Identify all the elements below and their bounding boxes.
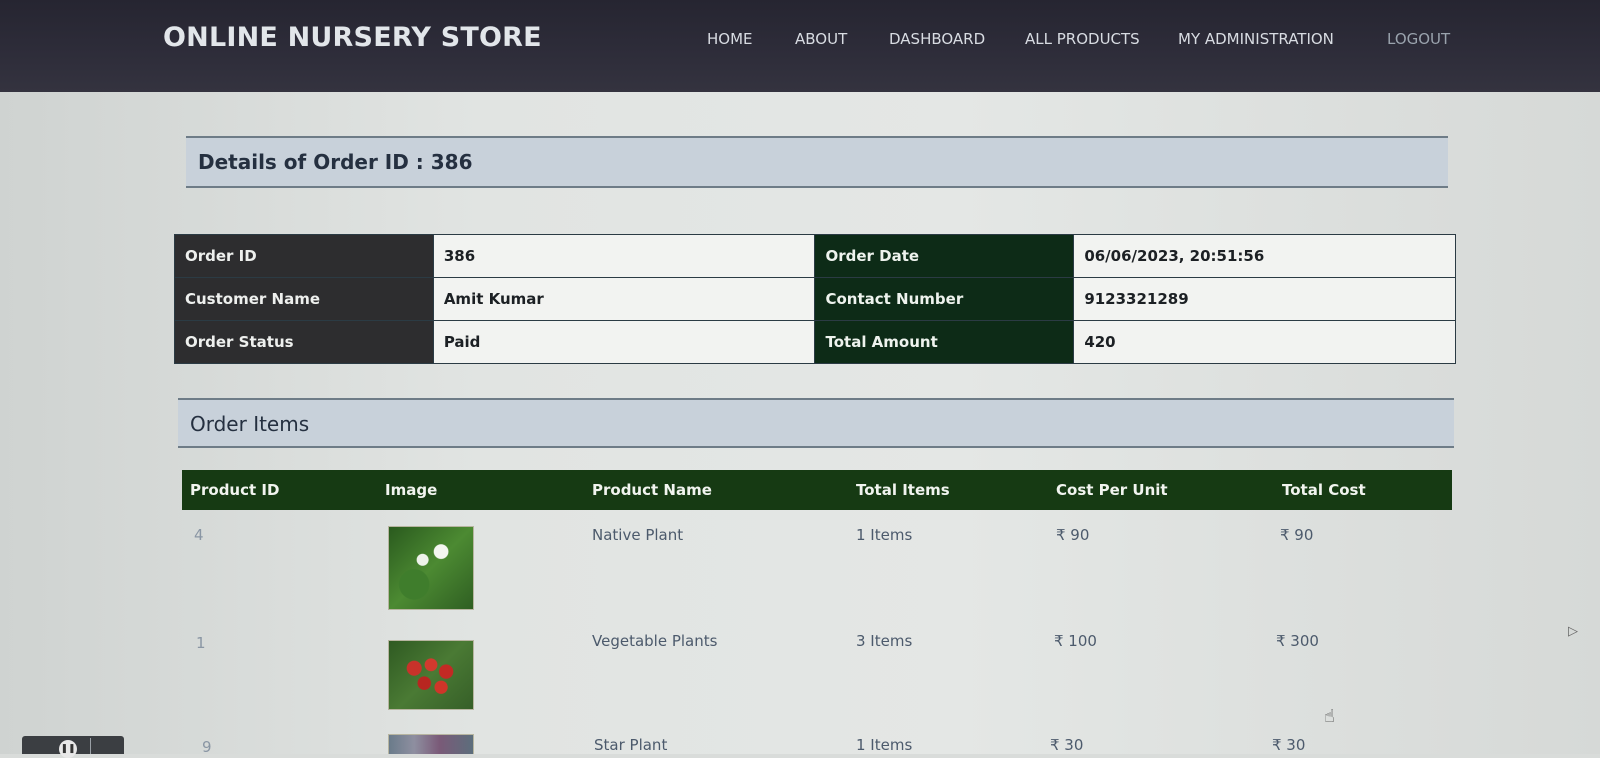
order-info-table: Order ID 386 Order Date 06/06/2023, 20:5… bbox=[174, 234, 1456, 364]
product-name[interactable]: Vegetable Plants bbox=[592, 632, 717, 650]
nav-my-administration[interactable]: MY ADMINISTRATION bbox=[1178, 30, 1334, 48]
total-amount-label: Total Amount bbox=[814, 320, 1075, 364]
col-product-id: Product ID bbox=[190, 481, 280, 499]
hand-cursor-icon: ☝ bbox=[1324, 706, 1335, 727]
contact-number-label: Contact Number bbox=[814, 277, 1075, 321]
order-items-bar: Order Items bbox=[178, 398, 1454, 448]
contact-number-value: 9123321289 bbox=[1073, 277, 1456, 321]
divider bbox=[90, 738, 91, 754]
table-row: 1 Vegetable Plants 3 Items ₹ 100 ₹ 300 bbox=[182, 626, 1452, 726]
nav-home[interactable]: HOME bbox=[707, 30, 753, 48]
cost-per-unit: ₹ 30 bbox=[1050, 736, 1084, 754]
pause-icon: ❚❚ bbox=[59, 740, 77, 758]
pause-button[interactable]: ❚❚ bbox=[22, 736, 124, 758]
nav-all-products[interactable]: ALL PRODUCTS bbox=[1025, 30, 1140, 48]
col-image: Image bbox=[385, 481, 438, 499]
total-amount-value: 420 bbox=[1073, 320, 1456, 364]
order-date-value: 06/06/2023, 20:51:56 bbox=[1073, 234, 1456, 278]
tomato-plant-image bbox=[388, 640, 474, 710]
table-row: 4 Native Plant 1 Items ₹ 90 ₹ 90 bbox=[182, 518, 1452, 626]
col-total-items: Total Items bbox=[856, 481, 950, 499]
customer-name-label: Customer Name bbox=[174, 277, 434, 321]
order-id-label: Order ID bbox=[174, 234, 434, 278]
total-cost: ₹ 30 bbox=[1272, 736, 1306, 754]
page-title: Details of Order ID : 386 bbox=[198, 150, 473, 174]
table-row: 9 Star Plant 1 Items ₹ 30 ₹ 30 bbox=[182, 726, 1452, 756]
items-table-header: Product ID Image Product Name Total Item… bbox=[182, 470, 1452, 510]
total-items: 3 Items bbox=[856, 632, 913, 650]
product-id: 9 bbox=[202, 738, 212, 756]
product-name[interactable]: Star Plant bbox=[594, 736, 667, 754]
top-navbar: ONLINE NURSERY STORE HOME ABOUT DASHBOAR… bbox=[0, 0, 1600, 92]
nav-dashboard[interactable]: DASHBOARD bbox=[889, 30, 985, 48]
col-total-cost: Total Cost bbox=[1282, 481, 1366, 499]
col-cost-per-unit: Cost Per Unit bbox=[1056, 481, 1168, 499]
cost-per-unit: ₹ 100 bbox=[1054, 632, 1097, 650]
star-plant-image bbox=[388, 734, 474, 754]
col-product-name: Product Name bbox=[592, 481, 712, 499]
white-flower-plant-image bbox=[388, 526, 474, 610]
order-title-bar: Details of Order ID : 386 bbox=[186, 136, 1448, 188]
cost-per-unit: ₹ 90 bbox=[1056, 526, 1090, 544]
nav-about[interactable]: ABOUT bbox=[795, 30, 847, 48]
brand-logo[interactable]: ONLINE NURSERY STORE bbox=[163, 22, 542, 53]
product-id: 4 bbox=[194, 526, 204, 544]
info-row: Order Status Paid Total Amount 420 bbox=[174, 320, 1456, 364]
order-status-label: Order Status bbox=[174, 320, 434, 364]
info-row: Customer Name Amit Kumar Contact Number … bbox=[174, 277, 1456, 321]
total-cost: ₹ 300 bbox=[1276, 632, 1319, 650]
order-items-title: Order Items bbox=[190, 412, 310, 436]
total-cost: ₹ 90 bbox=[1280, 526, 1314, 544]
total-items: 1 Items bbox=[856, 736, 913, 754]
product-id: 1 bbox=[196, 634, 206, 652]
info-row: Order ID 386 Order Date 06/06/2023, 20:5… bbox=[174, 234, 1456, 278]
order-status-value: Paid bbox=[432, 320, 816, 364]
nav-logout[interactable]: LOGOUT bbox=[1387, 30, 1450, 48]
total-items: 1 Items bbox=[856, 526, 913, 544]
customer-name-value: Amit Kumar bbox=[432, 277, 816, 321]
arrow-cursor-icon: ▷ bbox=[1568, 624, 1578, 639]
product-name[interactable]: Native Plant bbox=[592, 526, 683, 544]
order-id-value: 386 bbox=[432, 234, 816, 278]
order-date-label: Order Date bbox=[814, 234, 1075, 278]
